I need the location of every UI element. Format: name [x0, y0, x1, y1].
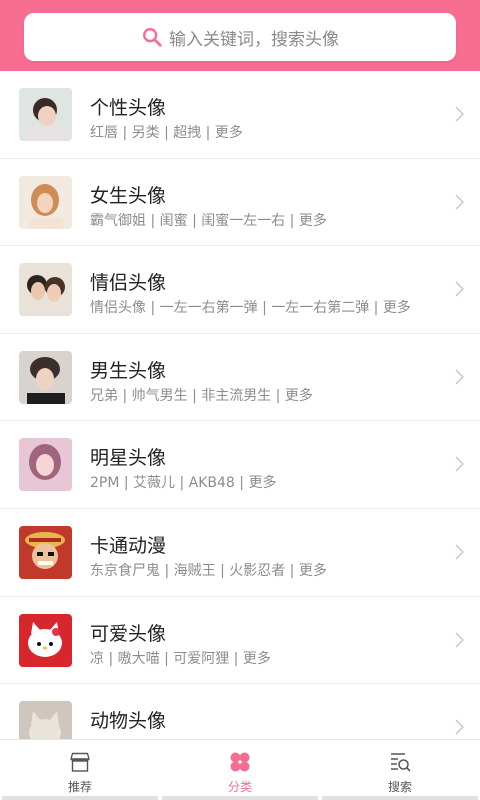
category-thumbnail [19, 525, 72, 579]
category-list: 个性头像 红唇 | 另类 | 超拽 | 更多 女生头像 霸气御姐 | 闺蜜 | … [0, 71, 480, 739]
category-tags: 2PM | 艾薇儿 | AKB48 | 更多 [90, 475, 277, 492]
category-thumbnail [19, 88, 72, 141]
category-row-nvsheng[interactable]: 女生头像 霸气御姐 | 闺蜜 | 闺蜜一左一右 | 更多 [0, 159, 480, 247]
category-row-qinglv[interactable]: 情侣头像 情侣头像 | 一左一右第一弹 | 一左一右第二弹 | 更多 [0, 246, 480, 334]
category-tags: 情侣头像 | 一左一右第一弹 | 一左一右第二弹 | 更多 [90, 300, 411, 317]
search-icon [143, 28, 162, 47]
category-title: 卡通动漫 [90, 534, 167, 557]
header: 输入关键词，搜索头像 [0, 0, 480, 71]
tab-label: 推荐 [67, 780, 92, 794]
category-title: 女生头像 [90, 184, 167, 207]
tab-label: 搜索 [387, 780, 412, 794]
chevron-right-icon [455, 544, 464, 560]
category-tags: 霸气御姐 | 闺蜜 | 闺蜜一左一右 | 更多 [90, 212, 327, 229]
category-thumbnail [19, 438, 72, 492]
category-tags: 凉 | 嗷大喵 | 可爱阿狸 | 更多 [90, 650, 271, 667]
bottom-tab-bar: 推荐 分类 搜索 [0, 739, 480, 800]
chevron-right-icon [455, 632, 464, 648]
category-tags: 东京食尸鬼 | 海贼王 | 火影忍者 | 更多 [90, 562, 327, 579]
category-row-dongwu[interactable]: 动物头像 [0, 684, 480, 739]
chevron-right-icon [455, 106, 464, 122]
category-row-mingxing[interactable]: 明星头像 2PM | 艾薇儿 | AKB48 | 更多 [0, 421, 480, 509]
tab-search[interactable]: 搜索 [320, 740, 480, 800]
category-tags: 红唇 | 另类 | 超拽 | 更多 [90, 125, 243, 141]
category-title: 个性头像 [90, 97, 167, 119]
chevron-right-icon [455, 369, 464, 385]
list-search-icon [391, 753, 411, 772]
category-title: 情侣头像 [90, 272, 167, 295]
category-row-gexing[interactable]: 个性头像 红唇 | 另类 | 超拽 | 更多 [0, 71, 480, 159]
chevron-right-icon [455, 281, 464, 297]
tab-underline [322, 796, 478, 800]
tab-recommend[interactable]: 推荐 [0, 740, 160, 800]
category-title: 明星头像 [90, 447, 167, 470]
category-thumbnail [19, 175, 72, 229]
store-icon [70, 752, 90, 772]
chevron-right-icon [455, 194, 464, 210]
category-thumbnail [19, 263, 72, 317]
category-row-nansheng[interactable]: 男生头像 兄弟 | 帅气男生 | 非主流男生 | 更多 [0, 334, 480, 422]
category-title: 动物头像 [90, 710, 167, 733]
category-title: 男生头像 [90, 359, 167, 382]
tab-underline [2, 796, 158, 800]
category-thumbnail [19, 350, 72, 404]
category-row-keai[interactable]: 可爱头像 凉 | 嗷大喵 | 可爱阿狸 | 更多 [0, 597, 480, 685]
tab-label: 分类 [227, 780, 252, 794]
chevron-right-icon [455, 719, 464, 735]
category-tags: 兄弟 | 帅气男生 | 非主流男生 | 更多 [90, 387, 313, 404]
clover-icon [230, 752, 250, 772]
category-row-katong[interactable]: 卡通动漫 东京食尸鬼 | 海贼王 | 火影忍者 | 更多 [0, 509, 480, 597]
tab-category[interactable]: 分类 [160, 740, 320, 800]
tab-underline [162, 796, 318, 800]
category-thumbnail [19, 701, 72, 739]
category-title: 可爱头像 [90, 622, 167, 645]
search-bar[interactable]: 输入关键词，搜索头像 [24, 13, 456, 61]
search-placeholder: 输入关键词，搜索头像 [169, 29, 339, 50]
chevron-right-icon [455, 456, 464, 472]
category-thumbnail [19, 613, 72, 667]
